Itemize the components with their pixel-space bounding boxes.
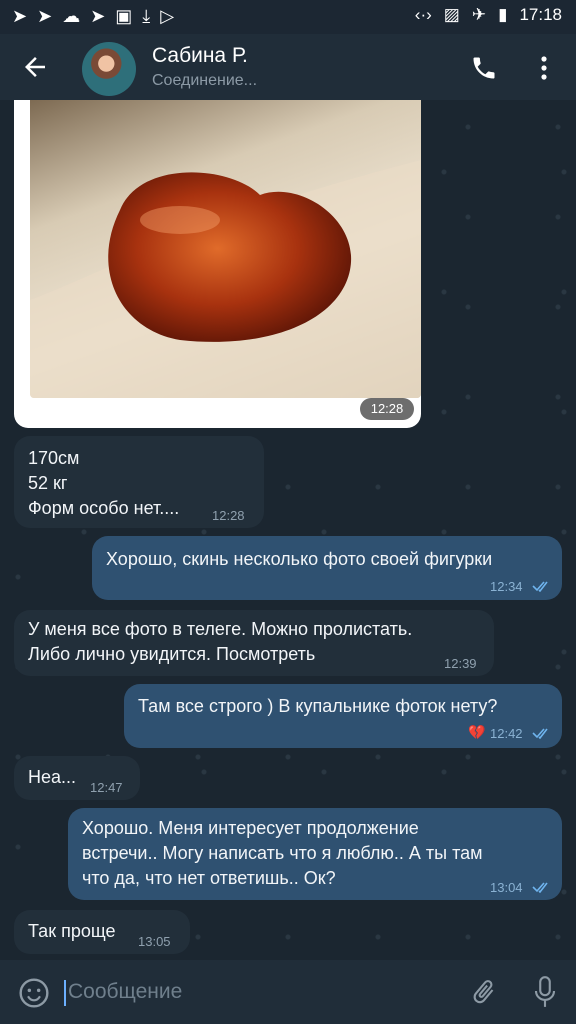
message-text: Хорошо. Меня интересует продолжение встр… [82,818,483,888]
photo-image[interactable] [30,100,421,398]
airplane-icon: ✈ [471,5,487,24]
image-icon: ▣ [115,6,133,26]
back-arrow-icon[interactable] [18,52,52,82]
no-sim-icon: ▨ [443,5,460,24]
message-bubble-incoming[interactable]: Так проще 13:05 [14,910,190,954]
message-bubble-outgoing[interactable]: Хорошо, скинь несколько фото своей фигур… [92,536,562,600]
emoji-icon[interactable] [18,977,50,1009]
telegram-icon: ➤ [12,6,28,26]
attach-icon[interactable] [470,976,498,1008]
connection-status: Соединение... [152,72,258,89]
mic-icon[interactable] [532,974,558,1010]
message-bubble-incoming[interactable]: 170см 52 кг Форм особо нет.... 12:28 [14,436,264,528]
message-input-bar [0,960,576,1024]
photo-time: 12:28 [360,398,414,420]
telegram-icon: ➤ [37,6,53,26]
message-bubble-incoming[interactable]: У меня все фото в телеге. Можно пролиста… [14,610,494,676]
heart-stone-image [30,160,421,398]
system-icons: ‹·› ▨ ✈ ▮ 17:18 [415,5,562,25]
message-text: 170см 52 кг Форм особо нет.... [28,448,180,518]
status-time: 17:18 [519,5,562,24]
more-vert-icon[interactable] [534,52,554,84]
message-text: У меня все фото в телеге. Можно пролиста… [28,619,413,664]
message-time: 12:47 [90,780,123,795]
message-bubble-incoming[interactable]: Неа... 12:47 [14,756,140,800]
double-check-icon [532,882,548,893]
contact-name[interactable]: Сабина Р. [152,44,248,68]
message-text: Хорошо, скинь несколько фото своей фигур… [106,549,493,569]
broken-heart-icon[interactable]: 💔 [468,724,485,741]
phone-icon[interactable] [470,54,498,82]
message-text: Там все строго ) В купальнике фоток нету… [138,696,498,716]
battery-icon: ▮ [498,5,508,24]
download-icon: ⤓ [142,6,151,26]
message-time: 13:04 [490,880,523,895]
message-bubble-outgoing[interactable]: Хорошо. Меня интересует продолжение встр… [68,808,562,900]
message-text: Так проще [28,921,116,941]
message-text: Неа... [28,767,77,787]
message-time: 13:05 [138,934,171,949]
play-store-icon: ▷ [160,6,175,26]
cloud-icon: ☁ [62,6,81,26]
message-time: 12:28 [212,508,245,523]
message-time: 12:39 [444,656,477,671]
photo-message[interactable]: 12:28 [14,100,421,428]
message-bubble-outgoing[interactable]: Там все строго ) В купальнике фоток нету… [124,684,562,748]
double-check-icon [532,581,548,592]
message-time: 12:34 [490,579,523,594]
message-input[interactable] [66,976,430,1008]
double-check-icon [532,728,548,739]
status-bar: ➤ ➤ ☁ ➤ ▣ ⤓ ▷ ‹·› ▨ ✈ ▮ 17:18 [0,0,576,34]
chat-header: Сабина Р. Соединение... [0,34,576,100]
avatar[interactable] [82,42,136,96]
notification-icons: ➤ ➤ ☁ ➤ ▣ ⤓ ▷ [12,6,174,27]
data-saver-icon: ‹·› [414,5,432,24]
message-time: 12:42 [490,726,523,741]
telegram-icon: ➤ [90,6,106,26]
